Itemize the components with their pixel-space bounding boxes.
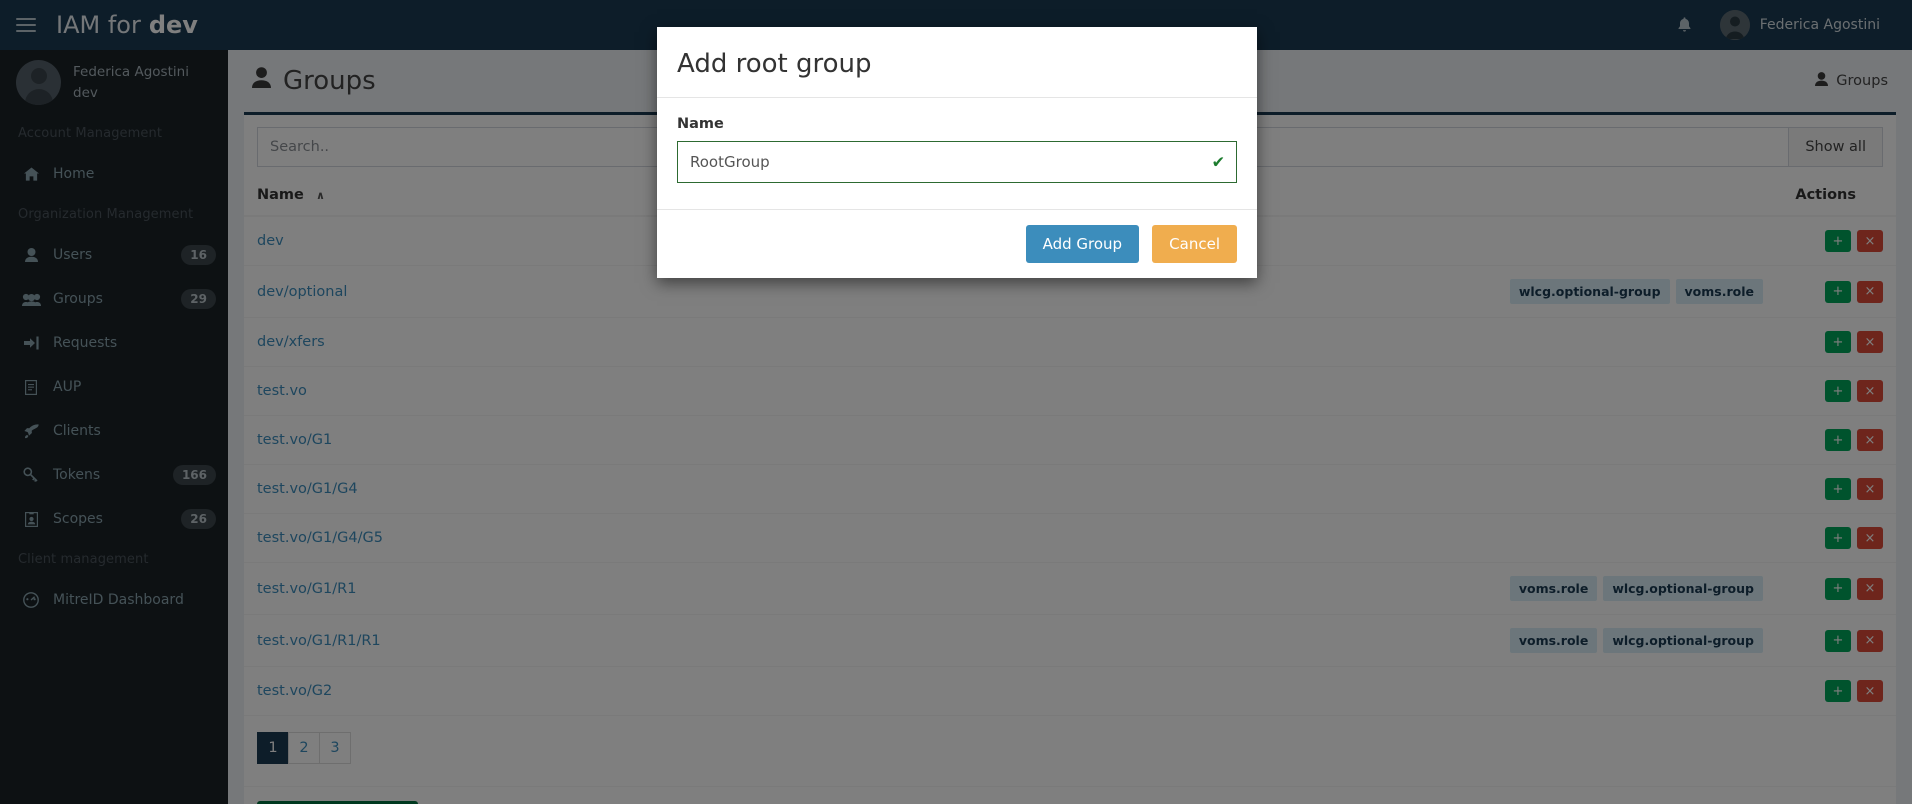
add-group-button[interactable]: Add Group [1025, 225, 1140, 263]
valid-check-icon: ✔ [1211, 152, 1225, 172]
modal-footer: Add Group Cancel [657, 209, 1257, 278]
name-field-label: Name [677, 116, 724, 132]
modal-title: Add root group [677, 49, 872, 79]
name-field-wrapper: ✔ [677, 141, 1237, 183]
cancel-button[interactable]: Cancel [1152, 225, 1237, 263]
modal-header: Add root group [657, 27, 1257, 98]
modal-body: Name ✔ [657, 98, 1257, 209]
add-root-group-modal: Add root group Name ✔ Add Group Cancel [657, 27, 1257, 278]
group-name-input[interactable] [677, 141, 1237, 183]
